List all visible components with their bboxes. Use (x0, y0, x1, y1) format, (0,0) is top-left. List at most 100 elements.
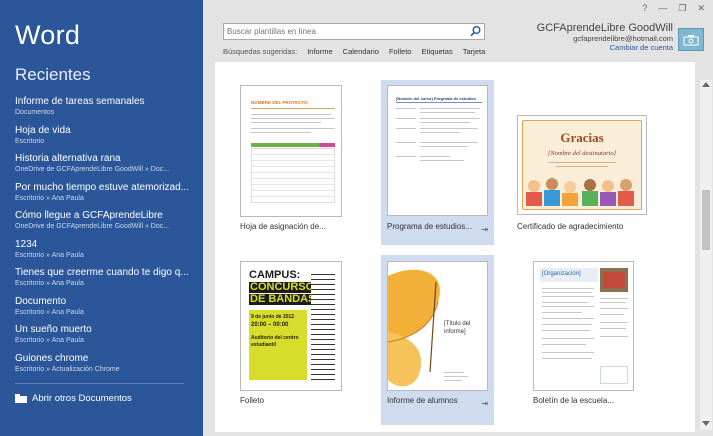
template-label: Informe de alumnos (387, 396, 458, 405)
template-thumbnail: [Título del informe] (387, 261, 488, 391)
close-icon[interactable]: ✕ (697, 3, 705, 14)
thumb-cert-recipient: [Nombre del destinatario] (547, 150, 617, 157)
recent-item-name: Hoja de vida (15, 124, 71, 136)
template-thumbnail: NOMBRE DEL PROYECTO (240, 85, 342, 217)
template-search-box (223, 23, 485, 40)
suggested-search-link[interactable]: Etiquetas (421, 47, 452, 56)
sidebar: Word Recientes Informe de tareas semanal… (0, 0, 203, 436)
template-thumbnail: [Nombre del curso] Programa de estudios (387, 85, 488, 216)
open-other-documents-link[interactable]: Abrir otros Documentos (15, 393, 132, 404)
children-illustration (526, 176, 638, 206)
minimize-icon[interactable]: — (658, 3, 667, 14)
suggested-search-link[interactable]: Calendario (343, 47, 379, 56)
recent-list: Informe de tareas semanales Documentos Ho… (15, 94, 195, 379)
recent-item[interactable]: Documento Escritorio » Ana Paula (15, 294, 195, 323)
recent-item-name: Historia alternativa rana (15, 153, 121, 164)
help-icon[interactable]: ? (642, 3, 647, 14)
recent-item-name: Un sueño muerto (15, 324, 92, 335)
top-bar: ? — ❐ ✕ Búsquedas sugeridas: Informe Cal… (203, 0, 713, 62)
recent-item-path: Documentos (15, 109, 55, 116)
recent-item-name: Tienes que creerme cuando te digo q... (15, 267, 189, 278)
scroll-down-arrow[interactable] (702, 421, 710, 426)
recent-item-path: Escritorio » Ana Paula (15, 280, 84, 287)
recent-item-name: 1234 (15, 238, 38, 250)
pin-icon[interactable]: ⇥ (481, 225, 488, 234)
thumb-flyer-place2: estudiantil (251, 342, 277, 348)
folder-open-icon (15, 394, 27, 403)
recent-item[interactable]: Guiones chrome Escritorio » Actualización… (15, 351, 195, 380)
recent-item-path: Escritorio » Actualización Chrome (15, 365, 120, 373)
recent-item[interactable]: 1234 Escritorio » Ana Paula (15, 237, 195, 266)
thumb-assignment-title: NOMBRE DEL PROYECTO (251, 100, 308, 105)
recent-item-name: Por mucho tiempo estuve atemorizad... (15, 181, 189, 193)
template-tile[interactable]: NOMBRE DEL PROYECTO Hoja de asignación d… (233, 80, 346, 240)
recent-item-name: Informe de tareas semanales (15, 96, 145, 107)
recent-item[interactable]: Hoja de vida Escritorio (15, 123, 195, 152)
recent-item-name: Documento (15, 295, 67, 307)
thumb-flyer-line1: CAMPUS: (249, 269, 301, 281)
avatar[interactable] (678, 28, 704, 51)
open-other-documents-label: Abrir otros Documentos (32, 393, 132, 404)
template-label: Boletín de la escuela... (533, 396, 614, 405)
recent-item-path: Escritorio (15, 137, 45, 145)
recent-item-path: Escritorio » Ana Paula (15, 194, 84, 202)
template-tile[interactable]: [Organización] Boletín de la escuela... (527, 255, 640, 415)
templates-scrollbar[interactable] (700, 80, 712, 430)
recent-item-path: Escritorio » Ana Paula (15, 308, 84, 316)
thumb-cert-title: Gracias (560, 130, 604, 145)
word-start-screen: Word Recientes Informe de tareas semanal… (0, 0, 713, 436)
template-label: Programa de estudios... (387, 222, 472, 231)
template-label: Certificado de agradecimiento (517, 222, 624, 231)
template-tile[interactable]: [Nombre del curso] Programa de estudios … (381, 80, 494, 245)
suggested-searches-label: Búsquedas sugeridas: (223, 47, 298, 56)
scroll-thumb[interactable] (702, 190, 710, 250)
template-label: Folleto (240, 396, 265, 405)
template-label: Hoja de asignación de... (240, 222, 326, 231)
template-search-input[interactable] (224, 24, 464, 39)
template-thumbnail: Gracias [Nombre del destinatario] (517, 115, 647, 215)
recent-item[interactable]: Tienes que creerme cuando te digo q... Es… (15, 265, 195, 294)
recent-item-name: Cómo llegue a GCFAprendeLibre (15, 210, 163, 221)
butterfly-illustration (388, 269, 440, 387)
recent-item-path: Escritorio » Ana Paula (15, 251, 84, 259)
sidebar-divider (15, 383, 184, 384)
recent-heading: Recientes (15, 65, 91, 84)
recent-item[interactable]: Historia alternativa rana OneDrive de GCF… (15, 151, 195, 180)
pin-icon[interactable]: ⇥ (481, 399, 488, 408)
thumb-flyer-line3: DE BANDAS (249, 293, 317, 305)
switch-account-link[interactable]: Cambiar de cuenta (537, 43, 673, 52)
thumb-syllabus-title: [Nombre del curso] Programa de estudios (396, 96, 476, 101)
account-email: gcfaprendelibre@hotmail.com (573, 34, 673, 43)
thumb-flyer-line2: CONCURSO (249, 281, 316, 293)
template-tile[interactable]: Gracias [Nombre del destinatario] Certif… (512, 80, 647, 240)
recent-item-path: OneDrive de GCFAprendeLibre GoodWill » D… (15, 166, 170, 173)
recent-item[interactable]: Informe de tareas semanales Documentos (15, 94, 195, 123)
template-tile[interactable]: CAMPUS: CONCURSO DE BANDAS 9 de junio de… (233, 255, 346, 415)
thumb-report-title1: [Título del (444, 321, 471, 327)
suggested-search-link[interactable]: Tarjeta (463, 47, 486, 56)
thumb-flyer-date: 9 de junio de 2012 (251, 314, 295, 320)
search-icon[interactable] (469, 25, 482, 38)
recent-item[interactable]: Por mucho tiempo estuve atemorizad... Esc… (15, 180, 195, 209)
template-thumbnail: [Organización] (533, 261, 634, 391)
recent-item[interactable]: Cómo llegue a GCFAprendeLibre OneDrive de… (15, 208, 195, 237)
window-controls: ? — ❐ ✕ (642, 3, 705, 14)
restore-icon[interactable]: ❐ (678, 3, 686, 14)
scroll-up-arrow[interactable] (702, 82, 710, 87)
template-tile[interactable]: [Título del informe] Informe de alumnos … (381, 255, 494, 425)
thumb-newsletter-title: [Organización] (542, 271, 581, 277)
template-thumbnail: CAMPUS: CONCURSO DE BANDAS 9 de junio de… (240, 261, 342, 391)
suggested-search-link[interactable]: Informe (307, 47, 332, 56)
recent-item-name: Guiones chrome (15, 352, 89, 364)
recent-item-path: Escritorio » Ana Paula (15, 337, 84, 344)
thumb-flyer-place1: Auditorio del centro (251, 335, 299, 341)
app-title: Word (15, 20, 81, 50)
suggested-search-link[interactable]: Folleto (389, 47, 412, 56)
recent-item[interactable]: Un sueño muerto Escritorio » Ana Paula (15, 322, 195, 351)
suggested-searches: Búsquedas sugeridas: Informe Calendario … (223, 47, 485, 56)
thumb-flyer-time: 20:00 – 00:00 (251, 322, 289, 328)
account-info: GCFAprendeLibre GoodWill gcfaprendelibre… (537, 22, 673, 52)
thumb-report-title2: informe] (444, 329, 466, 335)
account-name: GCFAprendeLibre GoodWill (536, 22, 673, 34)
recent-item-path: OneDrive de GCFAprendeLibre GoodWill » D… (15, 223, 170, 230)
